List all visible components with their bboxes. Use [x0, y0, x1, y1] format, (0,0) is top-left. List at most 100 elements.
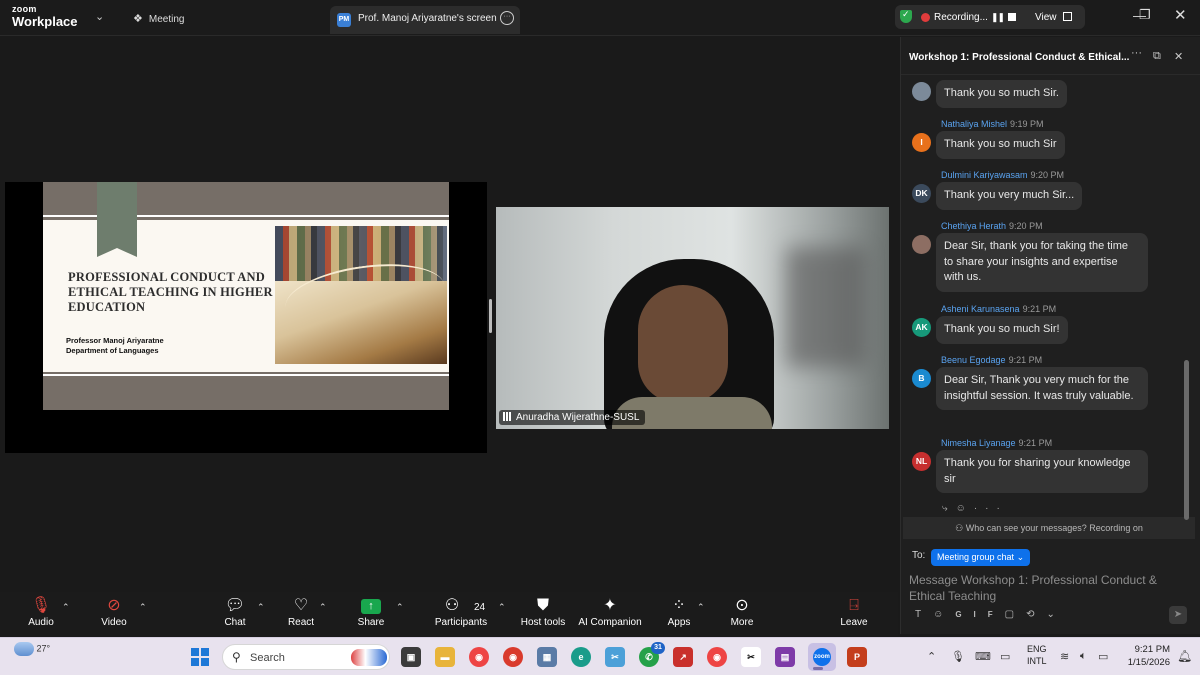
- pause-recording-button[interactable]: ❚❚: [991, 12, 1005, 23]
- volume-icon[interactable]: 🔈︎: [1080, 650, 1087, 663]
- close-chat-icon[interactable]: ✕: [1174, 50, 1183, 63]
- input-language[interactable]: ENG INTL: [1027, 643, 1047, 667]
- gif-button[interactable]: GIF: [955, 610, 1004, 619]
- sender-name[interactable]: Nimesha Liyanage: [941, 438, 1016, 448]
- view-button[interactable]: View: [1035, 12, 1057, 23]
- audio-options-chevron[interactable]: ⌃: [62, 602, 70, 613]
- share-options-chevron[interactable]: ⌃: [396, 602, 404, 613]
- reply-icon[interactable]: ⤷: [942, 503, 956, 514]
- calculator-icon[interactable]: ▦: [537, 647, 557, 667]
- message-input[interactable]: Message Workshop 1: Professional Conduct…: [909, 572, 1159, 604]
- video-options-chevron[interactable]: ⌃: [139, 602, 147, 613]
- chrome-profile-icon[interactable]: ◉: [503, 647, 523, 667]
- chevron-down-icon[interactable]: ⌄: [95, 10, 104, 23]
- sender-line: Asheni Karunasena 9:21 PM: [941, 304, 1056, 314]
- avatar[interactable]: NL: [912, 452, 931, 471]
- avatar[interactable]: B: [912, 369, 931, 388]
- emoji-icon[interactable]: ☺: [933, 609, 955, 620]
- shared-screen-tab[interactable]: PM Prof. Manoj Ariyaratne's screen ···: [330, 6, 520, 34]
- send-button[interactable]: ➤: [1169, 606, 1187, 624]
- screenshot-icon[interactable]: ⟲: [1026, 609, 1046, 620]
- slide-rule-bottom: [43, 374, 449, 376]
- restore-window-button[interactable]: ❐: [1139, 7, 1151, 23]
- file-attach-icon[interactable]: ▢: [1005, 609, 1026, 620]
- ai-companion-button[interactable]: ✦ AI Companion: [575, 592, 645, 636]
- participants-button[interactable]: ⚇ Participants: [425, 592, 497, 636]
- split-drag-handle[interactable]: [489, 299, 492, 333]
- chat-more-icon[interactable]: ···: [1131, 47, 1142, 59]
- sender-name[interactable]: Dulmini Kariyawasam: [941, 170, 1028, 180]
- text-format-icon[interactable]: T: [915, 609, 933, 620]
- winrar-icon[interactable]: ▤: [775, 647, 795, 667]
- edge-icon[interactable]: e: [571, 647, 591, 667]
- more-options-icon[interactable]: ···: [500, 11, 514, 25]
- weather-widget[interactable]: 27°: [14, 642, 50, 656]
- chat-visibility-notice[interactable]: ⚇ Who can see your messages? Recording o…: [903, 517, 1195, 539]
- chrome-alt-icon[interactable]: ◉: [707, 647, 727, 667]
- more-button[interactable]: ⊙ More: [707, 592, 777, 636]
- video-button[interactable]: ⊘ Video: [79, 592, 149, 636]
- tray-overflow-icon[interactable]: ⌃: [927, 650, 936, 663]
- powerpoint-icon[interactable]: P: [847, 647, 867, 667]
- avatar[interactable]: DK: [912, 184, 931, 203]
- leave-button[interactable]: ⍈ Leave: [819, 592, 889, 636]
- meeting-label: Meeting: [148, 14, 185, 25]
- keyboard-icon[interactable]: ⌨: [975, 650, 991, 663]
- participant-video-tile[interactable]: Anuradha Wijerathne-SUSL: [496, 207, 889, 429]
- host-tools-button[interactable]: ⛊ Host tools: [508, 592, 578, 636]
- emoji-react-icon[interactable]: ☺: [956, 503, 974, 514]
- search-label: Search: [250, 652, 285, 664]
- sender-name[interactable]: Chethiya Herath: [941, 221, 1006, 231]
- react-button[interactable]: ♡ React: [266, 592, 336, 636]
- view-layout-icon[interactable]: [1063, 12, 1072, 21]
- recipient-label: To:: [912, 550, 926, 561]
- task-view-icon[interactable]: ▣: [401, 647, 421, 667]
- react-options-chevron[interactable]: ⌃: [319, 602, 327, 613]
- sender-line: Beenu Egodage 9:21 PM: [941, 355, 1042, 365]
- tablet-icon[interactable]: ▭: [1000, 650, 1010, 663]
- capcut-icon[interactable]: ✂: [741, 647, 761, 667]
- participants-options-chevron[interactable]: ⌃: [498, 602, 506, 613]
- wifi-icon[interactable]: ≋: [1060, 650, 1069, 663]
- chrome-icon[interactable]: ◉: [469, 647, 489, 667]
- sender-name[interactable]: Asheni Karunasena: [941, 304, 1020, 314]
- avatar[interactable]: AK: [912, 318, 931, 337]
- shared-screen: PROFESSIONAL CONDUCT AND ETHICAL TEACHIN…: [5, 182, 487, 453]
- start-button[interactable]: [191, 648, 209, 666]
- whatsapp-icon[interactable]: ✆ 31: [639, 642, 665, 667]
- windows-taskbar: 27° ⚲ Search ▣ ▬ ◉ ◉ ▦ e ✂ ✆ 31 ↗ ◉ ✂ ▤ z…: [0, 637, 1200, 675]
- meeting-tab[interactable]: ❖ Meeting: [133, 12, 184, 25]
- stop-recording-button[interactable]: [1008, 13, 1016, 21]
- pop-out-icon[interactable]: ⧉: [1153, 50, 1161, 63]
- zoom-taskbar-icon[interactable]: zoom: [808, 643, 836, 671]
- snipping-tool-icon[interactable]: ✂: [605, 647, 625, 667]
- chat-scrollbar[interactable]: [1184, 360, 1189, 520]
- chart-app-icon[interactable]: ↗: [673, 647, 693, 667]
- recording-dot-icon: [921, 13, 930, 22]
- file-explorer-icon[interactable]: ▬: [435, 647, 455, 667]
- notification-bell-icon[interactable]: 🔔︎: [1177, 649, 1192, 663]
- avatar[interactable]: [912, 235, 931, 254]
- recipient-dropdown[interactable]: Meeting group chat ⌄: [931, 549, 1031, 566]
- battery-icon[interactable]: ▭: [1098, 650, 1108, 663]
- share-button[interactable]: ↑ Share: [336, 592, 406, 636]
- sender-name[interactable]: Nathaliya Mishel: [941, 119, 1007, 129]
- more-actions-icon[interactable]: ···: [974, 503, 1008, 514]
- avatar[interactable]: I: [912, 133, 931, 152]
- close-window-button[interactable]: ✕: [1174, 6, 1187, 24]
- chat-options-chevron[interactable]: ⌃: [257, 602, 265, 613]
- zoom-workplace-logo[interactable]: zoom Workplace: [12, 5, 78, 29]
- message-time: 9:20 PM: [1030, 170, 1065, 180]
- audio-button[interactable]: 🎙︎ Audio: [6, 592, 76, 636]
- security-shield-icon[interactable]: [900, 9, 912, 23]
- participant-face: [638, 285, 728, 403]
- chat-messages[interactable]: Thank you so much Sir. Nathaliya Mishel 9…: [901, 75, 1191, 517]
- compose-more-icon[interactable]: ⌄: [1047, 609, 1067, 620]
- taskbar-search[interactable]: ⚲ Search: [222, 644, 390, 670]
- sender-name[interactable]: Beenu Egodage: [941, 355, 1006, 365]
- system-clock[interactable]: 9:21 PM 1/15/2026: [1120, 643, 1170, 669]
- apps-options-chevron[interactable]: ⌃: [697, 602, 705, 613]
- chat-button[interactable]: 💬︎ Chat: [200, 592, 270, 636]
- apps-button[interactable]: ⁘ Apps: [644, 592, 714, 636]
- microphone-icon[interactable]: 🎙︎: [951, 650, 965, 663]
